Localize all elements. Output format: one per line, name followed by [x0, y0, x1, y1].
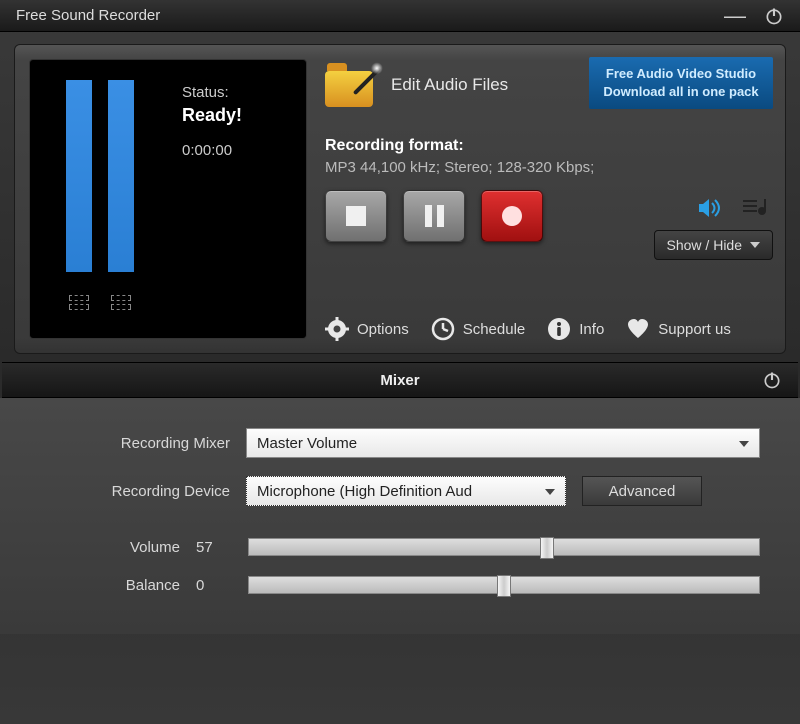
- stop-button[interactable]: [325, 190, 387, 242]
- meter-right: [108, 80, 134, 272]
- recording-mixer-label: Recording Mixer: [40, 435, 230, 452]
- promo-line2: Download all in one pack: [593, 83, 769, 101]
- info-label: Info: [579, 321, 604, 338]
- folder-wand-icon: [325, 57, 381, 113]
- power-icon: [762, 370, 782, 390]
- app-title: Free Sound Recorder: [16, 7, 724, 24]
- schedule-button[interactable]: Schedule: [431, 317, 526, 341]
- volume-value: 57: [196, 539, 232, 556]
- close-power-button[interactable]: [764, 6, 784, 26]
- mixer-power-button[interactable]: [762, 370, 782, 390]
- recording-mixer-combo[interactable]: Master Volume: [246, 428, 760, 458]
- recording-device-combo[interactable]: Microphone (High Definition Aud: [246, 476, 566, 506]
- mixer-panel: Recording Mixer Master Volume Recording …: [0, 398, 800, 634]
- volume-label: Volume: [40, 539, 180, 556]
- advanced-label: Advanced: [609, 483, 676, 500]
- app-window: Free Sound Recorder — Status: Ready! 0:0…: [0, 0, 800, 724]
- support-label: Support us: [658, 321, 731, 338]
- titlebar: Free Sound Recorder —: [0, 0, 800, 32]
- speaker-icon: [697, 197, 723, 219]
- show-hide-label: Show / Hide: [667, 237, 742, 253]
- edit-files-label: Edit Audio Files: [391, 75, 508, 95]
- meter-mark: [66, 292, 92, 312]
- heart-icon: [626, 317, 650, 341]
- balance-value: 0: [196, 577, 232, 594]
- speaker-button[interactable]: [697, 197, 723, 224]
- meter-left: [66, 80, 92, 272]
- advanced-button[interactable]: Advanced: [582, 476, 702, 506]
- status-value: Ready!: [182, 105, 242, 126]
- promo-line1: Free Audio Video Studio: [593, 65, 769, 83]
- playlist-button[interactable]: [741, 197, 767, 224]
- record-icon: [502, 206, 522, 226]
- info-button[interactable]: Info: [547, 317, 604, 341]
- status-time: 0:00:00: [182, 142, 242, 159]
- meter-mark: [108, 292, 134, 312]
- right-area: Edit Audio Files Free Audio Video Studio…: [325, 57, 773, 341]
- support-button[interactable]: Support us: [626, 317, 731, 341]
- record-button[interactable]: [481, 190, 543, 242]
- status-block: Status: Ready! 0:00:00: [182, 84, 242, 159]
- status-label: Status:: [182, 84, 242, 101]
- balance-label: Balance: [40, 577, 180, 594]
- playlist-icon: [741, 197, 767, 219]
- toolbar: Options Schedule Info Support us: [325, 317, 773, 341]
- pause-icon: [425, 205, 444, 227]
- schedule-label: Schedule: [463, 321, 526, 338]
- promo-banner[interactable]: Free Audio Video Studio Download all in …: [589, 57, 773, 109]
- recording-device-label: Recording Device: [40, 483, 230, 500]
- balance-slider[interactable]: [248, 576, 760, 594]
- format-label: Recording format:: [325, 137, 773, 155]
- gear-icon: [325, 317, 349, 341]
- volume-thumb[interactable]: [540, 537, 554, 559]
- mixer-title: Mixer: [380, 372, 419, 389]
- level-meter: Status: Ready! 0:00:00: [29, 59, 307, 339]
- stop-icon: [346, 206, 366, 226]
- format-value: MP3 44,100 kHz; Stereo; 128-320 Kbps;: [325, 159, 773, 176]
- recording-device-value: Microphone (High Definition Aud: [257, 483, 472, 500]
- right-controls: Show / Hide: [654, 197, 773, 260]
- clock-icon: [431, 317, 455, 341]
- options-label: Options: [357, 321, 409, 338]
- power-icon: [764, 6, 784, 26]
- show-hide-button[interactable]: Show / Hide: [654, 230, 773, 260]
- mixer-header: Mixer: [2, 362, 798, 398]
- balance-thumb[interactable]: [497, 575, 511, 597]
- info-icon: [547, 317, 571, 341]
- main-panel: Status: Ready! 0:00:00 Edit Audio Files …: [14, 44, 786, 354]
- options-button[interactable]: Options: [325, 317, 409, 341]
- pause-button[interactable]: [403, 190, 465, 242]
- recording-mixer-value: Master Volume: [257, 435, 357, 452]
- minimize-button[interactable]: —: [724, 11, 746, 21]
- chevron-down-icon: [750, 242, 760, 248]
- volume-slider[interactable]: [248, 538, 760, 556]
